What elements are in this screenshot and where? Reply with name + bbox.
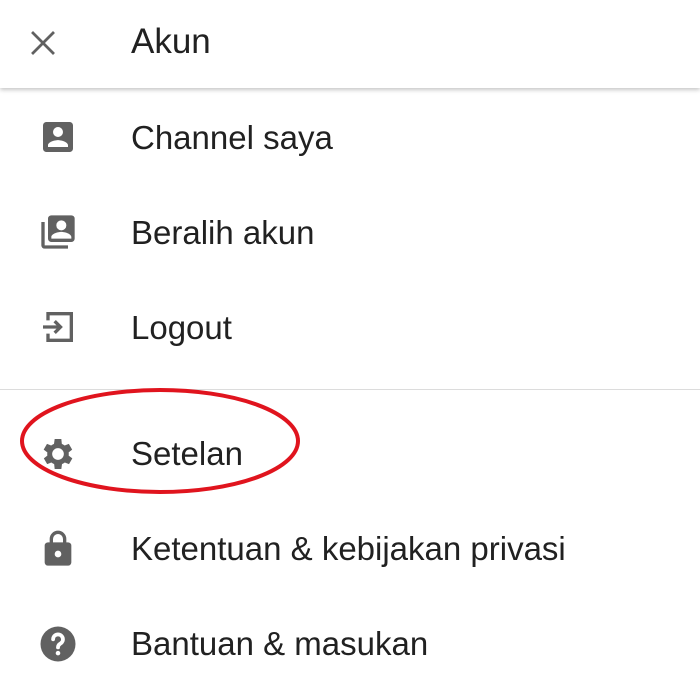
menu-item-logout[interactable]: Logout [0,280,700,375]
menu-item-my-channel[interactable]: Channel saya [0,90,700,185]
close-icon [31,31,55,55]
page-title: Akun [131,22,211,61]
menu-item-label: Setelan [131,435,243,472]
app-bar: Akun [0,0,700,88]
account-box-icon [36,115,80,159]
switch-account-icon [36,210,80,254]
menu-item-switch-account[interactable]: Beralih akun [0,185,700,280]
logout-icon [36,305,80,349]
section-divider [0,389,700,390]
menu-item-settings[interactable]: Setelan [0,406,700,501]
menu-item-label: Channel saya [131,119,333,156]
menu-item-label: Ketentuan & kebijakan privasi [131,530,566,567]
menu-item-label: Beralih akun [131,214,315,251]
gear-icon [36,432,80,476]
menu-item-terms-privacy[interactable]: Ketentuan & kebijakan privasi [0,501,700,596]
account-menu-screen: Akun Channel saya Beralih akun Logout Se… [0,0,700,680]
close-button[interactable] [22,22,64,64]
help-icon [36,622,80,666]
lock-icon [36,527,80,571]
menu-item-help-feedback[interactable]: Bantuan & masukan [0,596,700,680]
menu-item-label: Bantuan & masukan [131,625,429,662]
menu-item-label: Logout [131,309,232,346]
